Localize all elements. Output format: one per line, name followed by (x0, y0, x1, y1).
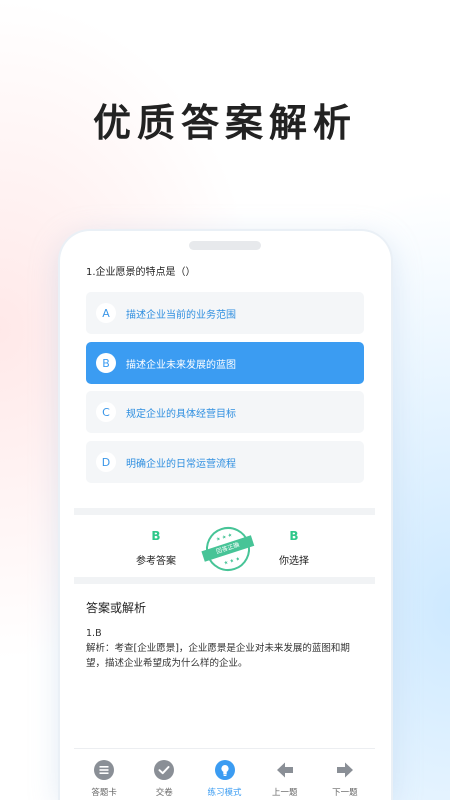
bottom-tab-bar: 答题卡 交卷 练习模式 上一题 下一题 (74, 748, 375, 800)
option-b[interactable]: B 描述企业未来发展的蓝图 (86, 342, 364, 384)
reference-answer: B 参考答案 (116, 529, 196, 567)
option-a[interactable]: A 描述企业当前的业务范围 (86, 292, 364, 334)
tab-answer-sheet[interactable]: 答题卡 (74, 749, 134, 800)
analysis-body: 1.B 解析：考查[企业愿景]，企业愿景是企业对未来发展的蓝图和期望，描述企业希… (86, 626, 366, 671)
tab-label: 上一题 (271, 788, 298, 798)
option-text: 描述企业当前的业务范围 (126, 309, 236, 321)
option-c[interactable]: C 规定企业的具体经营目标 (86, 391, 364, 433)
lightbulb-icon (214, 759, 236, 781)
option-text: 规定企业的具体经营目标 (126, 408, 236, 420)
option-d[interactable]: D 明确企业的日常运营流程 (86, 441, 364, 483)
tab-next-question[interactable]: 下一题 (315, 749, 375, 800)
tab-previous-question[interactable]: 上一题 (255, 749, 315, 800)
section-divider (74, 508, 375, 515)
arrow-left-icon (274, 759, 296, 781)
your-answer-label: 你选择 (279, 556, 309, 567)
option-text: 描述企业未来发展的蓝图 (126, 359, 236, 371)
option-text: 明确企业的日常运营流程 (126, 458, 236, 470)
your-answer: B 你选择 (254, 529, 334, 567)
list-icon (93, 759, 115, 781)
phone-frame: 1.企业愿景的特点是（） A 描述企业当前的业务范围 B 描述企业未来发展的蓝图… (60, 231, 391, 800)
reference-answer-label: 参考答案 (136, 556, 176, 567)
correct-stamp-icon: ★ ★ ★ 回答正确 ★ ★ ★ (200, 521, 256, 577)
option-letter: B (96, 353, 116, 373)
arrow-right-icon (334, 759, 356, 781)
tab-label: 交卷 (155, 788, 173, 798)
promo-headline: 优质答案解析 (92, 101, 357, 145)
tab-practice-mode[interactable]: 练习模式 (194, 749, 254, 800)
tab-label: 答题卡 (91, 788, 117, 798)
reference-answer-letter: B (151, 529, 161, 543)
section-divider (74, 577, 375, 584)
tab-submit[interactable]: 交卷 (134, 749, 194, 800)
analysis-title: 答案或解析 (86, 601, 147, 615)
analysis-explanation: 解析：考查[企业愿景]，企业愿景是企业对未来发展的蓝图和期望，描述企业希望成为什… (86, 643, 350, 669)
phone-notch (189, 241, 261, 250)
tab-label: 练习模式 (207, 788, 242, 798)
your-answer-letter: B (289, 529, 299, 543)
check-circle-icon (153, 759, 175, 781)
question-text: 1.企业愿景的特点是（） (86, 267, 196, 278)
tab-label: 下一题 (332, 788, 358, 798)
option-letter: A (96, 303, 116, 323)
option-letter: C (96, 402, 116, 422)
analysis-answer-line: 1.B (86, 628, 102, 639)
option-letter: D (96, 452, 116, 472)
